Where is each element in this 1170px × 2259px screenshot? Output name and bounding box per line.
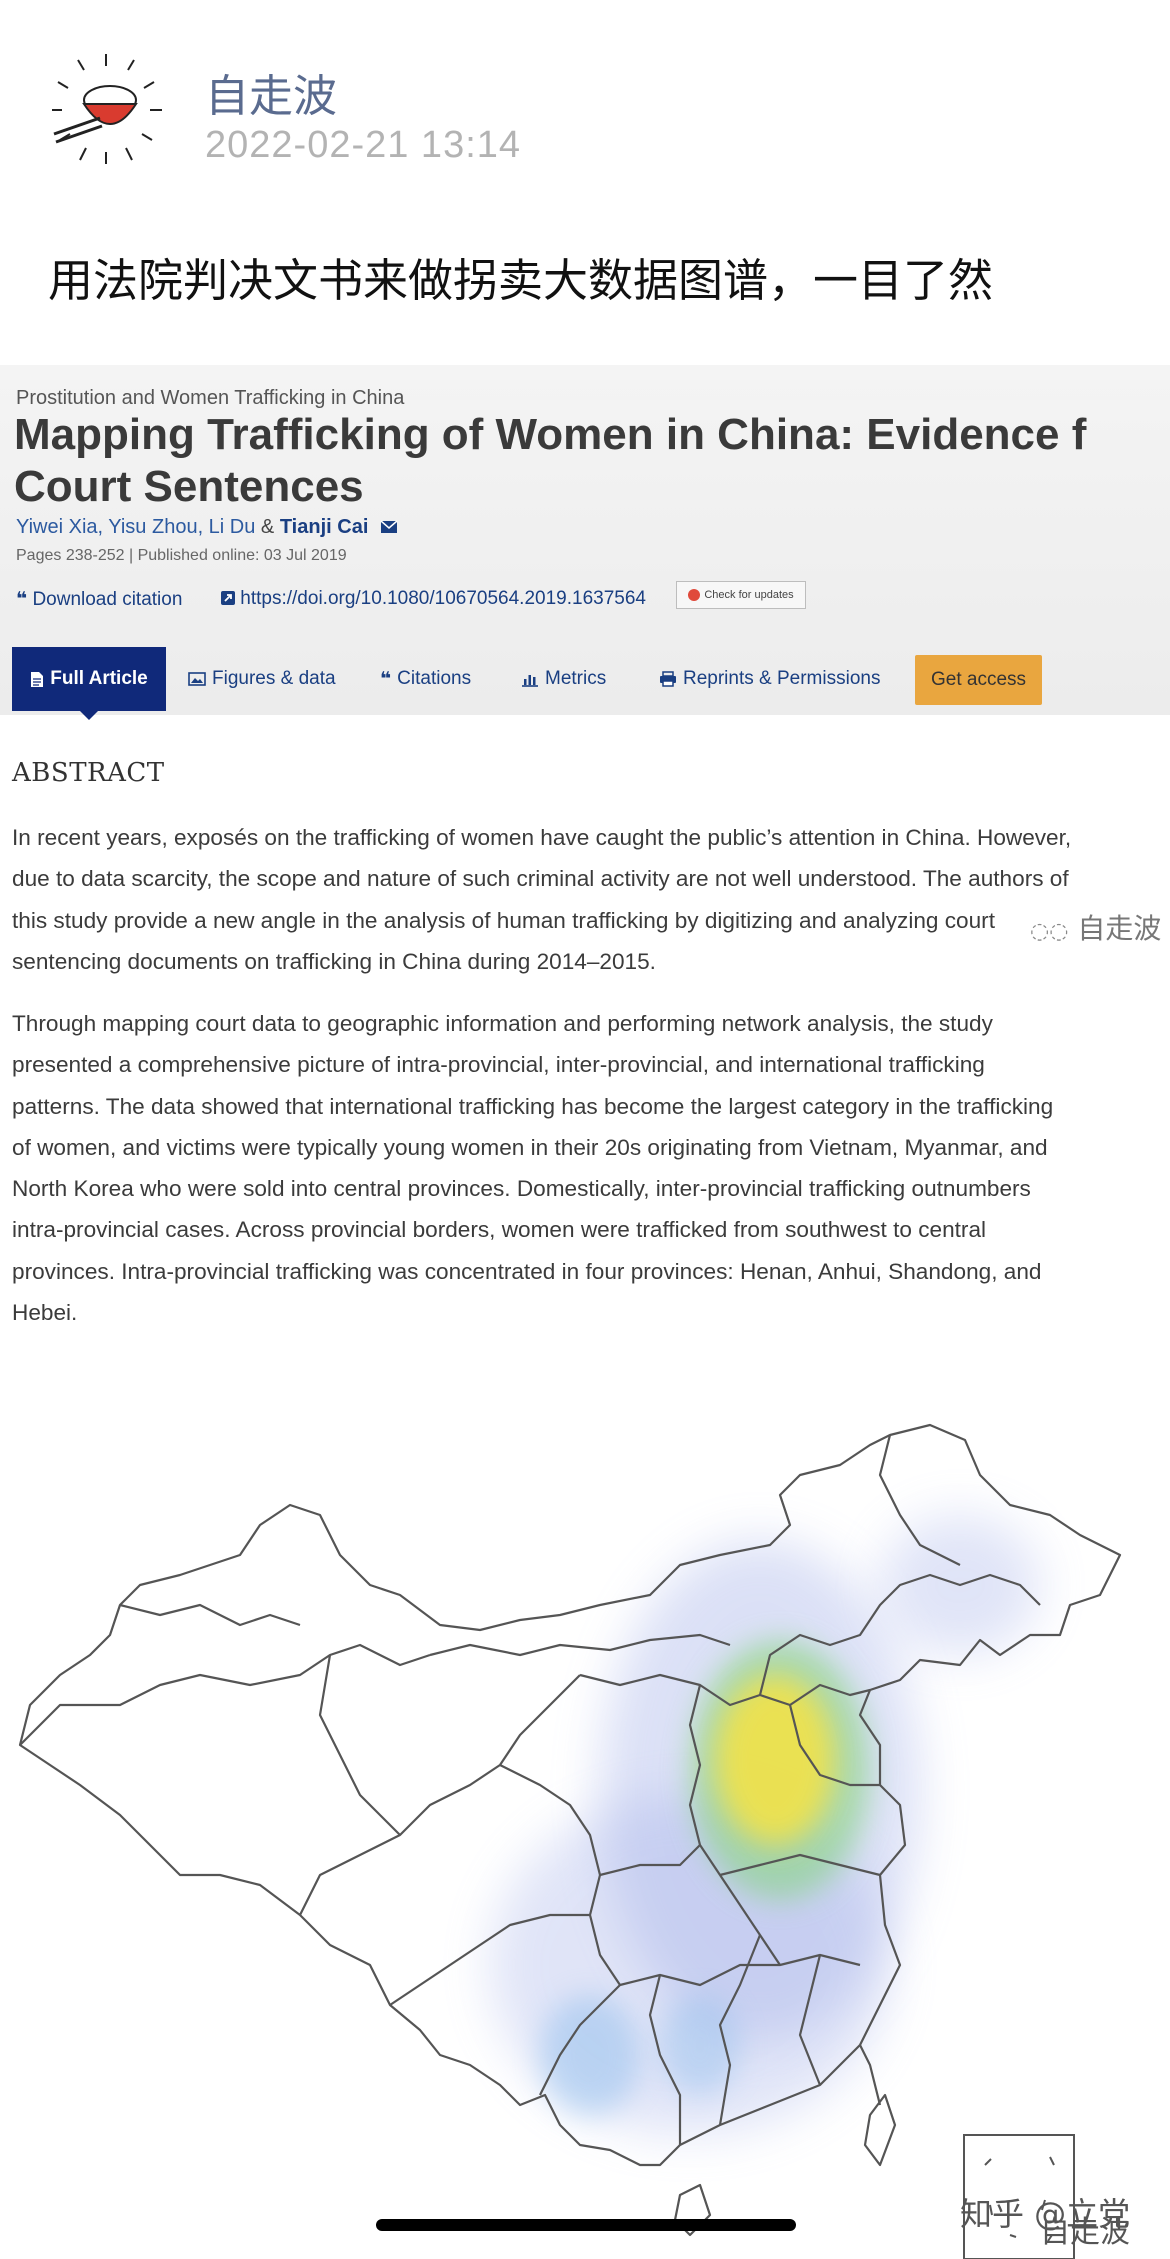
- wechat-watermark: ◌◌ 自走波: [1030, 907, 1161, 947]
- wechat-watermark-text: 自走波: [1077, 912, 1162, 945]
- corresponding-author[interactable]: Tianji Cai: [280, 516, 369, 538]
- text-line: patterns. The data showed that internati…: [12, 1093, 1054, 1119]
- title-line-1: Mapping Trafficking of Women in China: E…: [14, 410, 1087, 459]
- tab-metrics[interactable]: Metrics: [521, 647, 606, 711]
- tab-reprints-label: Reprints & Permissions: [683, 668, 881, 689]
- external-link-icon: [221, 591, 235, 605]
- document-icon: [31, 671, 44, 687]
- text-line: sentencing documents on trafficking in C…: [12, 948, 656, 974]
- bar-chart-icon: [522, 674, 538, 687]
- check-updates-label: Check for updates: [704, 589, 794, 601]
- printer-icon: [660, 671, 676, 687]
- text-line: Through mapping court data to geographic…: [12, 1011, 993, 1036]
- tab-reprints-permissions[interactable]: Reprints & Permissions: [659, 647, 880, 711]
- doi-link[interactable]: https://doi.org/10.1080/10670564.2019.16…: [221, 588, 646, 610]
- text-line: of women, and victims were typically you…: [12, 1134, 1048, 1160]
- wechat-icon: ◌◌: [1030, 919, 1069, 944]
- get-access-button[interactable]: Get access: [915, 655, 1042, 705]
- tab-citations[interactable]: ❝ Citations: [380, 647, 471, 711]
- tab-metrics-label: Metrics: [545, 668, 607, 689]
- image-icon: [188, 672, 206, 686]
- post-text: 用法院判决文书来做拐卖大数据图谱，一目了然: [48, 254, 994, 307]
- text-line: due to data scarcity, the scope and natu…: [12, 866, 1069, 892]
- heat-layer: [490, 1515, 1040, 2135]
- pages-published: Pages 238-252 | Published online: 03 Jul…: [16, 547, 347, 564]
- text-line: this study provide a new angle in the an…: [12, 907, 995, 933]
- download-citation-link[interactable]: ❝ Download citation: [16, 588, 182, 611]
- tab-figures-data[interactable]: Figures & data: [188, 647, 336, 711]
- abstract-heading: ABSTRACT: [12, 758, 165, 788]
- post-timestamp: 2022-02-21 13:14: [205, 124, 522, 166]
- author-links[interactable]: Yiwei Xia, Yisu Zhou, Li Du: [16, 516, 255, 538]
- abstract-paragraph-1: In recent years, exposés on the traffick…: [12, 817, 1170, 982]
- text-line: In recent years, exposés on the traffick…: [12, 825, 1072, 850]
- text-line: Hebei.: [12, 1300, 78, 1326]
- text-line: provinces. Intra-provincial trafficking …: [12, 1258, 1042, 1284]
- home-indicator[interactable]: [376, 2219, 796, 2231]
- title-line-2: Court Sentences: [14, 462, 364, 511]
- tab-figures-label: Figures & data: [212, 668, 336, 689]
- trafficking-heatmap: [18, 1423, 1122, 2259]
- quote-icon: ❝: [380, 668, 392, 690]
- download-citation-label: Download citation: [32, 589, 183, 610]
- abstract-paragraph-2: Through mapping court data to geographic…: [12, 1003, 1170, 1333]
- check-for-updates-button[interactable]: Check for updates: [676, 581, 806, 609]
- bottom-watermark: 自走波: [1040, 2215, 1130, 2250]
- tab-citations-label: Citations: [397, 668, 472, 689]
- tab-full-article[interactable]: Full Article: [12, 647, 166, 711]
- crossmark-icon: [688, 589, 701, 601]
- journal-section[interactable]: Prostitution and Women Trafficking in Ch…: [16, 387, 404, 410]
- avatar[interactable]: [44, 48, 168, 172]
- author-list: Yiwei Xia, Yisu Zhou, Li Du & Tianji Cai: [16, 516, 398, 539]
- article-screenshot: Prostitution and Women Trafficking in Ch…: [0, 365, 1170, 2259]
- envelope-icon[interactable]: [380, 520, 398, 534]
- rice-bowl-avatar-icon: [52, 54, 162, 164]
- active-tab-indicator: [80, 711, 98, 720]
- post-author[interactable]: 自走波: [205, 60, 337, 124]
- text-line: North Korea who were sold into central p…: [12, 1176, 1031, 1202]
- doi-text: https://doi.org/10.1080/10670564.2019.16…: [240, 588, 646, 609]
- text-line: intra-provincial cases. Across provincia…: [12, 1217, 987, 1243]
- text-line: presented a comprehensive picture of int…: [12, 1052, 985, 1078]
- author-ampersand: &: [255, 516, 280, 538]
- tab-full-article-label: Full Article: [50, 668, 148, 689]
- quote-icon: ❝: [16, 589, 28, 610]
- article-title: Mapping Trafficking of Women in China: E…: [14, 409, 1086, 513]
